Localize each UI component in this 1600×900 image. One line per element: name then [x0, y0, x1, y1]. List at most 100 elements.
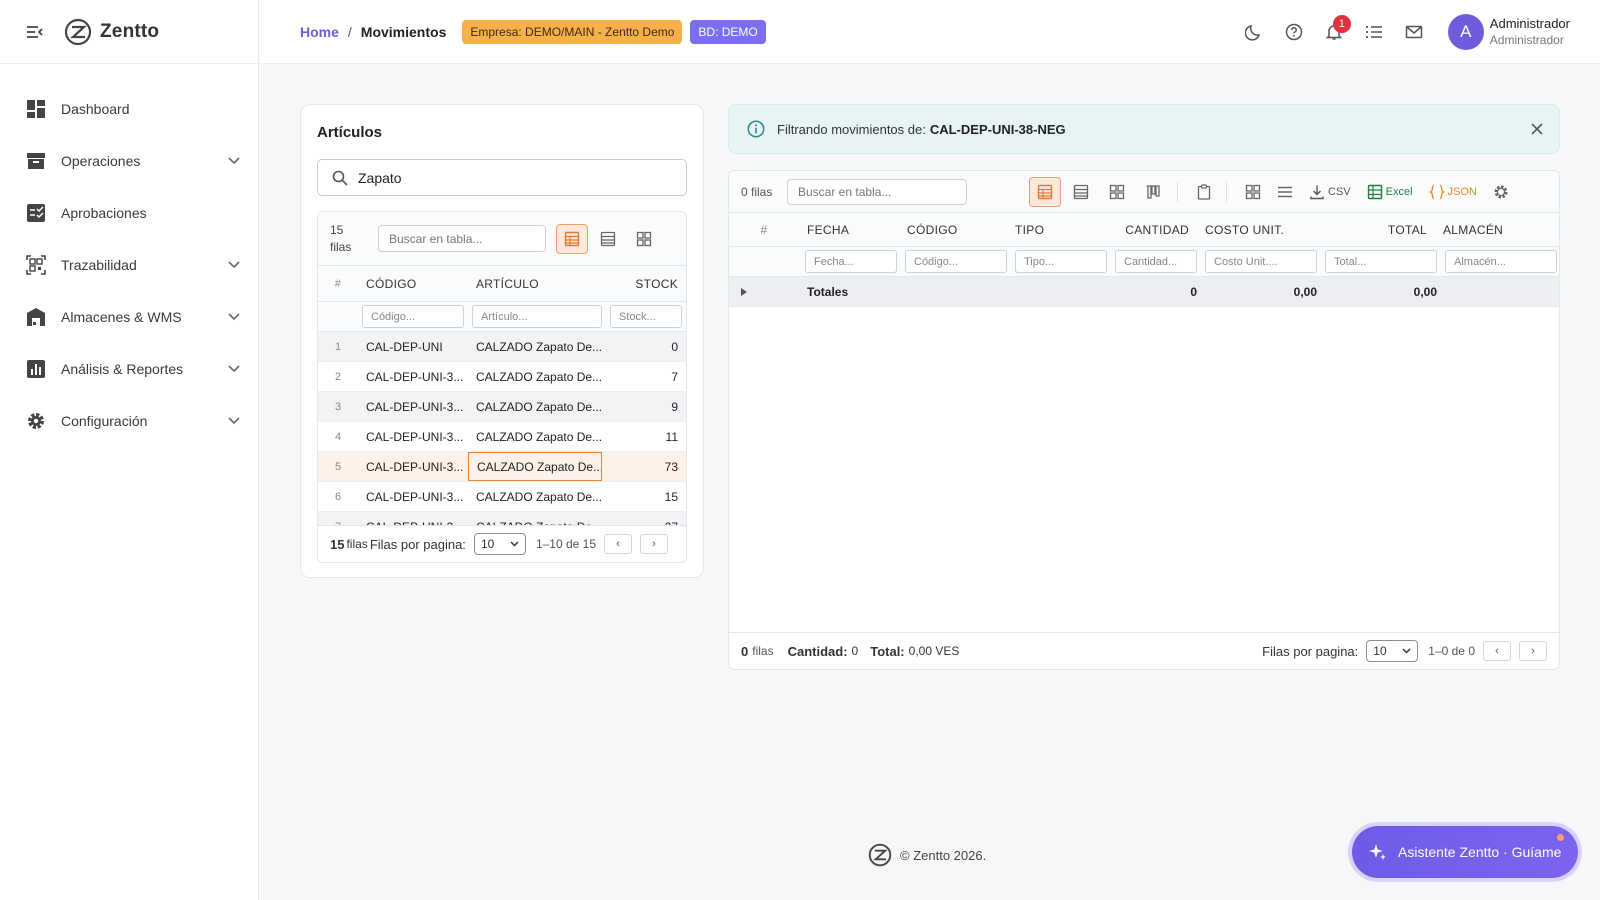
row-count: 0 filas — [741, 184, 773, 199]
table-row[interactable]: 2 CAL-DEP-UNI-3... CALZADO Zapato De... 7 — [318, 362, 686, 392]
prev-page-button[interactable]: ‹ — [1483, 641, 1511, 661]
filter-info-banner: Filtrando movimientos de: CAL-DEP-UNI-38… — [728, 104, 1560, 154]
expand-triangle-icon[interactable] — [729, 288, 759, 296]
breadcrumb-home-link[interactable]: Home — [300, 24, 339, 40]
view-table-button[interactable] — [556, 223, 588, 254]
filter-code-input[interactable]: Código... — [362, 305, 464, 328]
density-button[interactable] — [1271, 177, 1299, 207]
col-header-codigo[interactable]: CÓDIGO — [899, 223, 1007, 237]
prev-page-button[interactable]: ‹ — [604, 534, 632, 554]
page-title: Movimientos — [360, 23, 447, 40]
company-badge[interactable]: Empresa: DEMO/MAIN - Zentto Demo — [462, 19, 683, 44]
notifications-button[interactable]: 1 — [1314, 12, 1354, 52]
export-csv-button[interactable]: CSV — [1303, 177, 1357, 207]
sidebar-item-label: Operaciones — [61, 153, 141, 169]
table-settings-button[interactable] — [1487, 177, 1515, 207]
col-header-fecha[interactable]: FECHA — [799, 223, 899, 237]
sidebar: Zentto Dashboard Operaciones Aprobacione… — [0, 0, 259, 900]
next-page-button[interactable]: › — [640, 534, 668, 554]
filter-tipo-input[interactable]: Tipo... — [1015, 250, 1107, 273]
assistant-button[interactable]: Asistente Zentto · Guíame — [1352, 826, 1578, 878]
sidebar-item-almacenes[interactable]: Almacenes & WMS — [0, 291, 258, 343]
totals-costo: 0,00 — [1293, 285, 1317, 299]
col-header-total[interactable]: TOTAL — [1313, 223, 1431, 237]
table-header: # FECHA CÓDIGO TIPO CANTIDAD COSTO UNIT.… — [729, 213, 1559, 247]
articulos-search-input[interactable]: Zapato — [317, 159, 687, 196]
view-grid-button[interactable] — [628, 224, 660, 254]
breadcrumb: Home / Movimientos — [300, 24, 446, 40]
footer-row-label: filas — [346, 537, 368, 551]
columns-button[interactable] — [1239, 177, 1267, 207]
sidebar-item-operaciones[interactable]: Operaciones — [0, 135, 258, 187]
chevron-down-icon — [1402, 648, 1411, 654]
close-icon[interactable] — [1531, 123, 1543, 135]
view-list-button[interactable] — [592, 224, 624, 254]
filter-cantidad-input[interactable]: Cantidad... — [1115, 250, 1197, 273]
view-grid-button[interactable] — [1101, 177, 1133, 207]
messages-button[interactable] — [1394, 12, 1434, 52]
filter-fecha-input[interactable]: Fecha... — [805, 250, 897, 273]
filter-row: Fecha... Código... Tipo... Cantidad... C… — [729, 247, 1559, 277]
rows-per-page-select[interactable]: 10 — [1366, 640, 1419, 662]
sidebar-item-aprobaciones[interactable]: Aprobaciones — [0, 187, 258, 239]
help-button[interactable] — [1274, 12, 1314, 52]
articulos-table: 15 filas Buscar en tabla... # CÓDIGO ARTÍ… — [317, 211, 687, 563]
row-count: 15 filas — [330, 222, 352, 254]
tasks-button[interactable] — [1354, 12, 1394, 52]
brand: Zentto — [0, 0, 258, 64]
filter-almacen-input[interactable]: Almacén... — [1445, 250, 1557, 273]
page-footer: © Zentto 2026. — [868, 843, 986, 867]
next-page-button[interactable]: › — [1519, 641, 1547, 661]
view-table-button[interactable] — [1029, 176, 1061, 207]
kanban-icon — [1145, 184, 1161, 200]
col-header-costo[interactable]: COSTO UNIT. — [1193, 223, 1313, 237]
table-row[interactable]: 3 CAL-DEP-UNI-3... CALZADO Zapato De... 9 — [318, 392, 686, 422]
table-row[interactable]: 6 CAL-DEP-UNI-3... CALZADO Zapato De... 15 — [318, 482, 686, 512]
table-row[interactable]: 4 CAL-DEP-UNI-3... CALZADO Zapato De... 11 — [318, 422, 686, 452]
export-json-button[interactable]: JSON — [1423, 177, 1483, 207]
table-search-input[interactable]: Buscar en tabla... — [378, 225, 546, 252]
avatar[interactable]: A — [1447, 13, 1484, 50]
col-header-stock[interactable]: STOCK — [602, 277, 686, 291]
collapse-menu-icon[interactable] — [26, 25, 44, 39]
table-search-input[interactable]: Buscar en tabla... — [787, 178, 967, 205]
copy-button[interactable] — [1190, 177, 1218, 207]
filter-article-input[interactable]: Artículo... — [472, 305, 602, 328]
page-range: 1–0 de 0 — [1428, 644, 1475, 658]
sidebar-item-dashboard[interactable]: Dashboard — [0, 83, 258, 135]
sidebar-item-analisis[interactable]: Análisis & Reportes — [0, 343, 258, 395]
rows-per-page-select[interactable]: 10 — [473, 533, 526, 555]
table-row-selected[interactable]: 5 CAL-DEP-UNI-3... CALZADO Zapato De... 73 — [318, 452, 686, 482]
sidebar-item-trazabilidad[interactable]: Trazabilidad — [0, 239, 258, 291]
export-excel-button[interactable]: Excel — [1361, 177, 1419, 207]
totals-row[interactable]: Totales 0 0,00 0,00 — [729, 277, 1559, 307]
view-list-button[interactable] — [1065, 177, 1097, 207]
movimientos-table: 0 filas Buscar en tabla... CSV Excel JSO… — [728, 170, 1560, 670]
filter-stock-input[interactable]: Stock... — [610, 305, 682, 328]
user-role: Administrador — [1489, 32, 1564, 47]
database-badge[interactable]: BD: DEMO — [690, 19, 766, 44]
col-header-tipo[interactable]: TIPO — [1007, 223, 1107, 237]
filter-costo-input[interactable]: Costo Unit.... — [1205, 250, 1317, 273]
articulos-panel: Artículos Zapato 15 filas Buscar en tabla… — [300, 104, 704, 578]
table-row[interactable]: 1 CAL-DEP-UNI CALZADO Zapato De... 0 — [318, 332, 686, 362]
search-icon — [332, 170, 348, 186]
filter-codigo-input[interactable]: Código... — [905, 250, 1007, 273]
footer-cantidad-label: Cantidad: — [787, 643, 848, 659]
user-info[interactable]: Administrador Administrador — [1490, 16, 1570, 48]
col-header-article[interactable]: ARTÍCULO — [468, 266, 602, 301]
filter-total-input[interactable]: Total... — [1325, 250, 1437, 273]
col-header-code[interactable]: CÓDIGO — [358, 277, 468, 291]
sidebar-item-configuracion[interactable]: Configuración — [0, 395, 258, 447]
articulos-table-toolbar: 15 filas Buscar en tabla... — [318, 212, 686, 266]
col-header-almacen[interactable]: ALMACÉN — [1431, 223, 1551, 237]
approval-icon — [26, 203, 46, 223]
view-kanban-button[interactable] — [1137, 177, 1169, 207]
grid-view-icon — [636, 231, 652, 247]
app-name: Zentto — [100, 20, 160, 42]
topbar-actions: 1 A Administrador Administrador — [1234, 12, 1570, 52]
dark-mode-toggle[interactable] — [1234, 12, 1274, 52]
breadcrumb-separator: / — [347, 23, 352, 40]
col-header-cantidad[interactable]: CANTIDAD — [1107, 223, 1193, 237]
page-range: 1–10 de 15 — [535, 537, 596, 551]
